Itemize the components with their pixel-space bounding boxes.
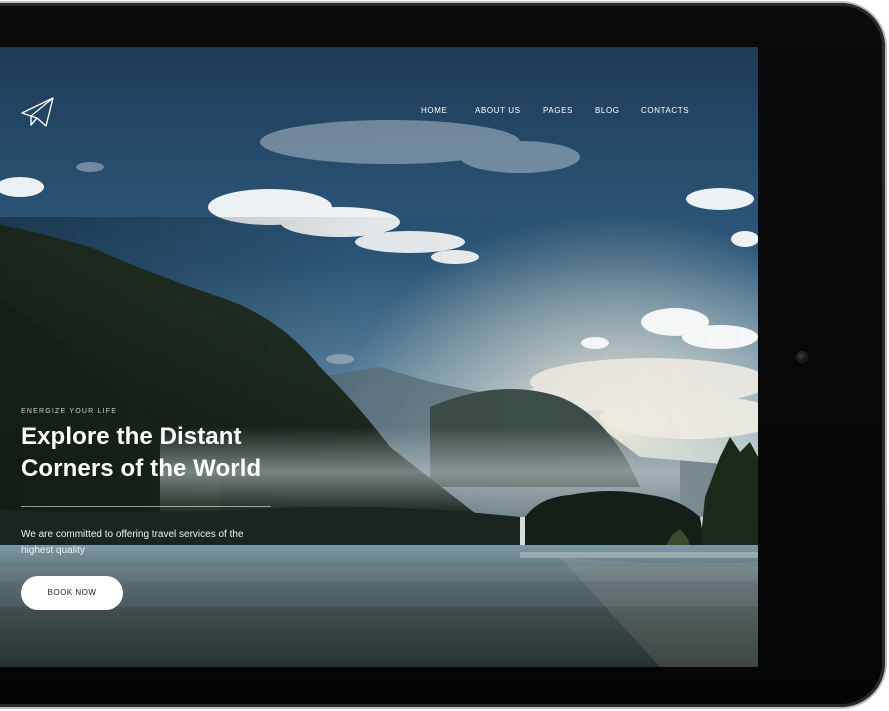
- hero-tagline-line-1: We are committed to offering travel serv…: [21, 529, 244, 540]
- main-navigation: HOME ABOUT US PAGES BLOG CONTACTS: [0, 106, 758, 120]
- hero-tagline: We are committed to offering travel serv…: [21, 527, 271, 559]
- nav-item-contacts[interactable]: CONTACTS: [641, 106, 689, 115]
- tablet-frame: HOME ABOUT US PAGES BLOG CONTACTS ENERGI…: [0, 3, 885, 707]
- nav-item-about-us[interactable]: ABOUT US: [475, 106, 521, 115]
- hero-title-line-1: Explore the Distant: [21, 423, 242, 450]
- nav-item-pages[interactable]: PAGES: [543, 106, 573, 115]
- hero-title: Explore the Distant Corners of the World: [21, 421, 321, 485]
- camera-lens: [797, 352, 807, 362]
- hero-background-image: [0, 47, 758, 667]
- hero-eyebrow: ENERGIZE YOUR LIFE: [21, 408, 118, 415]
- nav-item-blog[interactable]: BLOG: [595, 106, 620, 115]
- website-screen: HOME ABOUT US PAGES BLOG CONTACTS ENERGI…: [0, 47, 758, 667]
- nav-item-home[interactable]: HOME: [421, 106, 447, 115]
- hero-divider: [21, 506, 271, 507]
- hero-tagline-line-2: highest quality: [21, 545, 85, 556]
- hero-title-line-2: Corners of the World: [21, 455, 262, 482]
- book-now-button[interactable]: BOOK NOW: [21, 576, 123, 610]
